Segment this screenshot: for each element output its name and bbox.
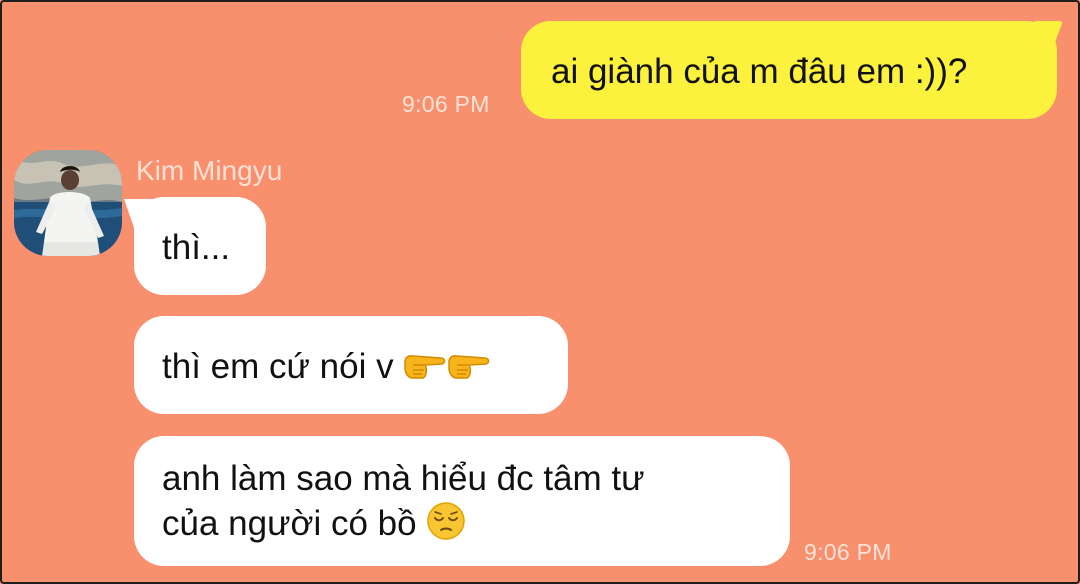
message-text: ai giành của m đâu em :))?	[551, 52, 968, 91]
message-text-line-1: anh làm sao mà hiểu đc tâm tư	[162, 459, 645, 498]
pensive-face-emoji-icon	[426, 501, 466, 552]
pointing-right-emoji-icon	[403, 348, 447, 396]
pointing-right-emoji-icon	[447, 348, 491, 396]
message-text-line-2: của người có bồ	[162, 504, 417, 543]
incoming-message-bubble[interactable]: thì...	[134, 197, 266, 295]
message-text: thì em cứ nói v	[162, 347, 394, 386]
message-timestamp: 9:06 PM	[402, 91, 490, 117]
incoming-message-bubble[interactable]: anh làm sao mà hiểu đc tâm tư của người …	[134, 436, 790, 566]
outgoing-message-bubble[interactable]: ai giành của m đâu em :))?	[521, 21, 1057, 119]
message-timestamp: 9:06 PM	[804, 539, 892, 565]
profile-photo-icon	[14, 150, 122, 256]
sender-avatar[interactable]	[14, 150, 122, 256]
message-text: thì...	[162, 228, 231, 267]
incoming-message-bubble[interactable]: thì em cứ nói v	[134, 316, 568, 414]
sender-name: Kim Mingyu	[136, 155, 283, 186]
